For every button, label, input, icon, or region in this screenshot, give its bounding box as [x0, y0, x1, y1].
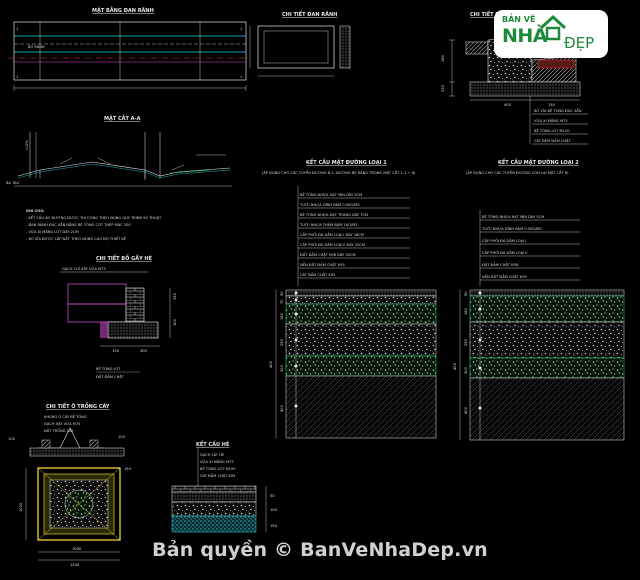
tree-dim: 100 [8, 437, 16, 441]
sidewalk-detail: KẾT CẤU HÈ GẠCH LÁT HÈ VỮA XI MĂNG M75 B… [171, 440, 278, 533]
wall-label: GẠCH CHỈ XÂY VỮA M75 [62, 266, 106, 271]
wall-label: BÊ TÔNG LÓT [96, 366, 121, 371]
pavement-1-dim: 180 [280, 312, 284, 320]
layer-label: BÊ TÔNG NHỰA HẠT TRUNG DÀY 7CM [300, 212, 368, 217]
layer-label: NỀN ĐẤT ĐẦM CHẶT K95 [300, 262, 345, 267]
curb-dim: 180 [441, 54, 445, 62]
copyright-watermark: Bản quyền © BanVeNhaDep.vn [152, 539, 488, 561]
pavement-1-detail: KẾT CẤU MẶT ĐƯỜNG LOẠI 1 (ÁP DỤNG CHO CÁ… [262, 158, 437, 439]
plan-view: MẶT BẰNG ĐAN RÃNH BỘ RÃNH 1 1 1 1 [8, 6, 250, 91]
pavement-2-dim: 50 [464, 291, 468, 296]
tree-label: KHUNG Ô CÂY BÊ TÔNG [44, 414, 87, 419]
layer-label: CÁT ĐẦM CHẶT K95 [300, 272, 335, 277]
logo-line-2: NHÀ [502, 25, 548, 47]
tree-dim: 100 [118, 435, 126, 439]
plan-section-mark: 1 [16, 27, 18, 31]
pavement-2-dim: 400 [464, 406, 468, 414]
pavement-1-layer-table: BÊ TÔNG NHỰA HẠT MỊN DÀY 5CM TƯỚI NHỰA DÍ… [297, 186, 410, 286]
curb-label: BÓ VỈA BÊ TÔNG ĐÚC SẴN [534, 108, 582, 113]
tree-dim: 150 [124, 467, 132, 471]
wall-dim: 150 [173, 292, 177, 300]
wall-dim: 300 [140, 349, 148, 353]
pavement-2-dim: 180 [464, 307, 468, 315]
pavement-1-dim: 70 [280, 299, 284, 304]
curb-dim: 150 [548, 103, 556, 107]
section-title: MẶT CẮT A-A [104, 114, 141, 122]
curb-label: BÊ TÔNG LÓT M100 [534, 128, 570, 133]
layer-label: CẤP PHỐI ĐÁ DĂM LOẠI II [482, 250, 527, 255]
sidewalk-title: KẾT CẤU HÈ [196, 440, 230, 448]
pavement-1-dim: 50 [280, 291, 284, 296]
section-left-label: BA TAU [6, 181, 19, 185]
pavement-2-dim: 300 [464, 366, 468, 374]
slab-detail: CHI TIẾT ĐAN RÃNH [249, 10, 351, 77]
cad-drawing-sheet: MẶT BẰNG ĐAN RÃNH BỘ RÃNH 1 1 1 1 CHI TI… [6, 6, 625, 567]
logo-line-3: ĐẸP [564, 34, 595, 52]
layer-label: NỀN ĐẤT ĐẦM CHẶT K95 [482, 274, 527, 279]
sidewalk-label: VỮA XI MĂNG M75 [200, 459, 234, 464]
layer-label: BÊ TÔNG NHỰA HẠT MỊN DÀY 5CM [300, 192, 362, 197]
wall-dim: 150 [112, 349, 120, 353]
layer-label: TƯỚI NHỰA DÍNH BÁM 0.5KG/M2 [299, 202, 360, 207]
notes-block: GHI CHÚ: - KẾT CẤU ÁO ĐƯỜNG ĐƯỢC THI CÔN… [26, 208, 162, 241]
pavement-1-dim: 400 [280, 404, 284, 412]
layer-label: ĐẤT ĐẦM CHẶT K98 [482, 262, 519, 267]
pavement-2-title: KẾT CẤU MẶT ĐƯỜNG LOẠI 2 [498, 158, 579, 166]
plan-section-mark: 1 [240, 27, 242, 31]
pavement-1-title: KẾT CẤU MẶT ĐƯỜNG LOẠI 1 [306, 158, 387, 166]
layer-label: TƯỚI NHỰA THẤM BÁM 1KG/M2 [299, 222, 358, 227]
pavement-2-layer-table: BÊ TÔNG NHỰA HẠT MỊN DÀY 5CM TƯỚI NHỰA DÍ… [479, 210, 580, 286]
curb-label: VỮA XI MĂNG M75 [534, 118, 568, 123]
section-slope: i=2% [25, 140, 29, 150]
slab-title: CHI TIẾT ĐAN RÃNH [282, 10, 337, 18]
pavement-2-dim: 400 [453, 362, 457, 370]
pavement-1-dim: 250 [280, 338, 284, 346]
pavement-2-subtitle: (ÁP DỤNG CHO CÁC TUYẾN ĐƯỜNG CÒN LẠI MẶT… [466, 169, 569, 175]
tree-dim: 1200 [70, 563, 80, 567]
section-view: MẶT CẮT A-A i=2% BA TAU [6, 114, 232, 187]
pavement-1-dim: 300 [280, 364, 284, 372]
sidewalk-dim: 150 [270, 524, 278, 528]
notes-line: - KẾT CẤU ÁO ĐƯỜNG ĐƯỢC THI CÔNG THEO ĐÚ… [26, 214, 162, 220]
brand-logo: BẢN VẼ NHÀ ĐẸP [494, 10, 608, 58]
layer-label: CẤP PHỐI ĐÁ DĂM LOẠI II DÀY 25CM [300, 242, 365, 247]
sidewalk-dim: 50 [270, 494, 275, 498]
wall-label: ĐẤT ĐẦM CHẶT [96, 374, 125, 379]
pavement-2-detail: KẾT CẤU MẶT ĐƯỜNG LOẠI 2 (ÁP DỤNG CHO CÁ… [453, 158, 625, 441]
layer-label: CẤP PHỐI ĐÁ DĂM LOẠI I [482, 238, 526, 243]
notes-line: - ĐAN RÃNH ĐÚC SẴN BẰNG BÊ TÔNG CỐT THÉP… [26, 222, 131, 227]
layer-label: TƯỚI NHỰA DÍNH BÁM 0.5KG/M2 [481, 226, 542, 231]
sidewalk-dim: 100 [270, 508, 278, 512]
logo-line-1: BẢN VẼ [502, 15, 536, 24]
pavement-2-dim: 250 [464, 338, 468, 346]
pavement-1-subtitle: (ÁP DỤNG CHO CÁC TUYẾN ĐƯỜNG B-1, ĐƯỜNG … [262, 169, 416, 175]
plan-section-mark: 1 [240, 75, 242, 79]
curb-label: CÁT ĐỆM ĐẦM CHẶT [534, 138, 571, 143]
wall-dim: 100 [173, 318, 177, 326]
wall-title: CHI TIẾT BỒ GẦY HÈ [96, 253, 153, 262]
notes-line: - VỮA XI MĂNG LÓT DÀY 2CM [26, 229, 79, 234]
notes-line: - BÓ VỈA ĐƯỢC LẮP ĐẶT THEO ĐÚNG CAO ĐỘ T… [26, 235, 127, 241]
layer-label: ĐẤT ĐẦM CHẶT K98 DÀY 30CM [300, 252, 356, 257]
layer-label: BÊ TÔNG NHỰA HẠT MỊN DÀY 5CM [482, 214, 544, 219]
plan-label: BỘ RÃNH [28, 44, 45, 49]
wall-detail: CHI TIẾT BỒ GẦY HÈ GẠCH CHỈ XÂY VỮA M75 … [60, 253, 177, 379]
notes-heading: GHI CHÚ: [26, 208, 45, 213]
tree-dim: 1000 [19, 502, 23, 512]
tree-label: GẠCH XÂY VỮA M75 [44, 421, 80, 426]
plan-section-mark: 1 [16, 75, 18, 79]
sidewalk-label: GẠCH LÁT HÈ [200, 452, 225, 457]
sidewalk-label: BÊ TÔNG LÓT M100 [200, 466, 236, 471]
plan-title: MẶT BẰNG ĐAN RÃNH [92, 6, 154, 14]
curb-dim: 230 [441, 84, 445, 92]
curb-dim: 400 [504, 103, 512, 107]
pavement-1-dim: 400 [269, 360, 273, 368]
tree-title: CHI TIẾT Ô TRỒNG CÂY [46, 401, 110, 410]
sidewalk-label: CÁT ĐẦM CHẶT K95 [200, 473, 235, 478]
layer-label: CẤP PHỐI ĐÁ DĂM LOẠI I DÀY 18CM [300, 232, 364, 237]
